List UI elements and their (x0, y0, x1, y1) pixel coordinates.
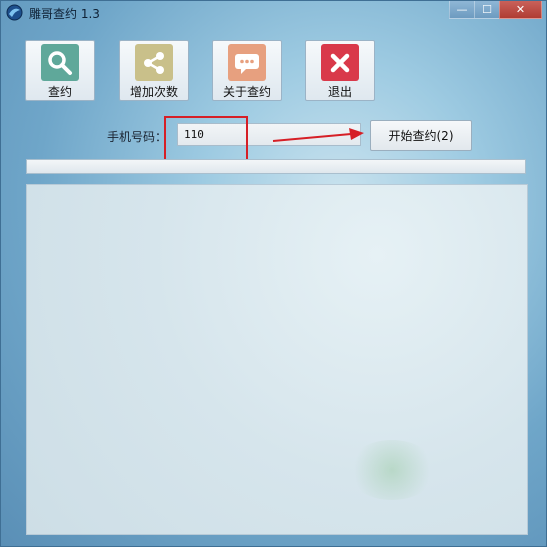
maximize-button[interactable]: ☐ (474, 1, 500, 19)
progress-bar (26, 159, 526, 174)
toolbar: 查约 增加次数 关于查约 退出 (25, 40, 385, 103)
query-button-label: 查约 (47, 85, 72, 99)
close-icon (321, 44, 359, 81)
add-count-button[interactable]: 增加次数 (119, 40, 189, 101)
exit-button-label: 退出 (327, 85, 352, 99)
window-controls: — ☐ ✕ (449, 1, 542, 19)
about-button[interactable]: 关于查约 (212, 40, 282, 101)
share-icon (135, 44, 173, 81)
annotation-highlight-box (164, 116, 248, 161)
result-log-area[interactable] (26, 184, 528, 535)
window-title: 雕哥查约 1.3 (29, 7, 100, 21)
minimize-button[interactable]: — (449, 1, 475, 19)
chat-bubble-icon (228, 44, 266, 81)
about-button-label: 关于查约 (222, 85, 271, 99)
maximize-icon: ☐ (482, 3, 492, 16)
annotation-arrow-icon (272, 128, 364, 142)
close-window-icon: ✕ (515, 3, 526, 16)
minimize-icon: — (456, 3, 468, 16)
add-count-button-label: 增加次数 (129, 85, 178, 99)
exit-button[interactable]: 退出 (305, 40, 375, 101)
query-button[interactable]: 查约 (25, 40, 95, 101)
app-window: 雕哥查约 1.3 — ☐ ✕ 查约 增加次数 关于查约 退出 手机号码： 110… (0, 0, 547, 547)
close-window-button[interactable]: ✕ (499, 1, 542, 19)
title-bar[interactable]: 雕哥查约 1.3 — ☐ ✕ (1, 1, 546, 25)
start-query-button[interactable]: 开始查约(2) (370, 120, 472, 151)
background-glow (347, 440, 437, 500)
search-icon (41, 44, 79, 81)
phone-number-label: 手机号码： (107, 130, 168, 144)
app-logo-icon (6, 4, 23, 21)
